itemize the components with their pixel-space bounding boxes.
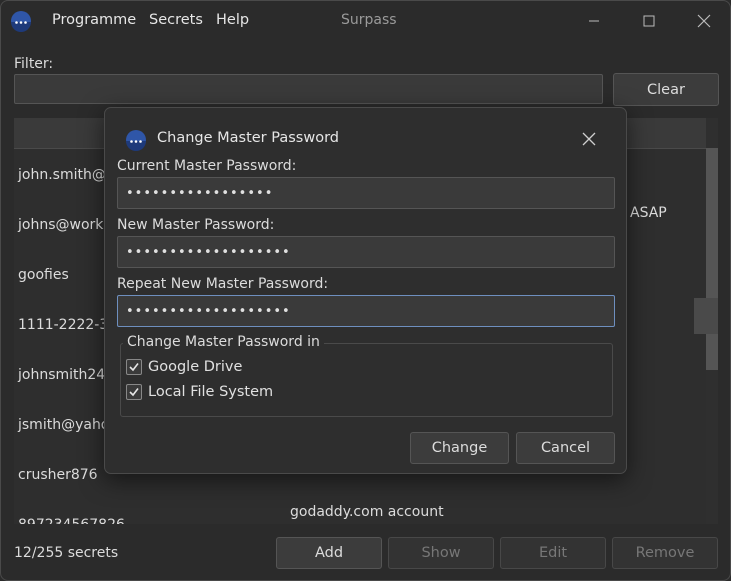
checkmark-icon [129, 363, 139, 372]
clear-button[interactable]: Clear [613, 73, 719, 106]
change-location-group [120, 343, 613, 417]
table-row[interactable]: crusher876 [18, 467, 98, 483]
title-bar: Programme Secrets Help Surpass [1, 1, 730, 41]
table-row[interactable]: goofies [18, 267, 69, 283]
local-file-system-checkbox[interactable] [126, 384, 142, 400]
close-button[interactable] [681, 5, 727, 37]
current-password-field[interactable]: ••••••••••••••••• [117, 177, 615, 209]
scroll-indicator [694, 298, 718, 334]
edit-button[interactable]: Edit [500, 537, 606, 569]
group-title: Change Master Password in [123, 334, 324, 350]
table-row[interactable]: jsmith@yaho [18, 417, 109, 433]
repeat-password-field[interactable]: ••••••••••••••••••• [117, 295, 615, 327]
window-title: Surpass [341, 12, 397, 28]
remove-button[interactable]: Remove [612, 537, 718, 569]
checkmark-icon [129, 388, 139, 397]
local-file-system-option[interactable]: Local File System [126, 384, 273, 400]
new-password-field[interactable]: ••••••••••••••••••• [117, 236, 615, 268]
app-logo-icon [10, 10, 32, 36]
google-drive-option[interactable]: Google Drive [126, 359, 242, 375]
dialog-close-button[interactable] [578, 128, 600, 150]
local-file-system-label: Local File System [148, 384, 274, 400]
main-window: Programme Secrets Help Surpass Filter: C… [0, 0, 731, 581]
google-drive-label: Google Drive [148, 359, 243, 375]
secrets-count: 12/255 secrets [14, 545, 119, 561]
cancel-button[interactable]: Cancel [516, 432, 615, 464]
table-scrollbar[interactable] [694, 118, 718, 524]
table-row[interactable]: johns@workp [18, 217, 112, 233]
table-row[interactable]: johnsmith24 [18, 367, 105, 383]
google-drive-checkbox[interactable] [126, 359, 142, 375]
table-row[interactable]: 1111-2222-3 [18, 317, 108, 333]
show-button[interactable]: Show [388, 537, 494, 569]
filter-input[interactable] [14, 74, 603, 104]
new-password-label: New Master Password: [117, 217, 275, 233]
current-password-label: Current Master Password: [117, 158, 297, 174]
minimize-button[interactable] [571, 5, 617, 37]
filter-label: Filter: [14, 56, 54, 72]
add-button[interactable]: Add [276, 537, 382, 569]
scrollbar-thumb[interactable] [706, 148, 718, 370]
menu-programme[interactable]: Programme [52, 12, 136, 28]
menu-secrets[interactable]: Secrets [149, 12, 203, 28]
table-row[interactable]: john.smith@c [18, 167, 114, 183]
minimize-icon [589, 20, 599, 22]
dialog-title: Change Master Password [157, 130, 339, 146]
change-master-password-dialog: Change Master Password Current Master Pa… [104, 107, 627, 474]
maximize-icon [643, 15, 655, 27]
menu-help[interactable]: Help [216, 12, 249, 28]
table-cell-description: ASAP [630, 205, 667, 221]
repeat-password-label: Repeat New Master Password: [117, 276, 329, 292]
table-cell-description: godaddy.com account [290, 504, 444, 520]
change-button[interactable]: Change [410, 432, 509, 464]
app-logo-icon [125, 129, 147, 155]
maximize-button[interactable] [626, 5, 672, 37]
close-icon [582, 132, 596, 146]
close-icon [697, 14, 711, 28]
table-row[interactable]: 897234567826 [18, 517, 125, 524]
